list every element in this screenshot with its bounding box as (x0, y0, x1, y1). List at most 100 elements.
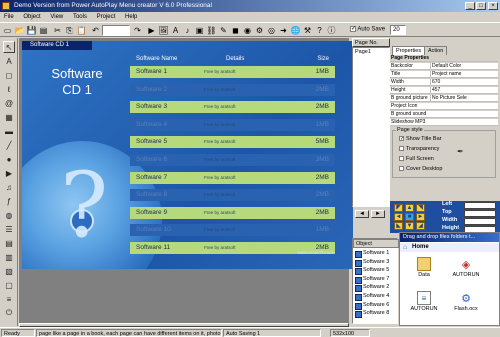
color-picker-icon[interactable]: ✒ (457, 147, 464, 156)
list-tool-icon[interactable]: ☰ (3, 223, 15, 235)
property-value[interactable]: No Picture Sele (430, 95, 498, 102)
open-icon[interactable]: 📂 (14, 25, 25, 36)
drag-drop-panel[interactable]: Drag and drop files folders t... ⌂ Home … (399, 232, 500, 326)
move-down-left-icon[interactable]: ◣ (394, 222, 403, 230)
image-tool-icon[interactable]: ▦ (3, 111, 15, 123)
auto-save-toggle[interactable]: ✓ Auto Save (350, 26, 385, 33)
menu-object[interactable]: Object (19, 12, 44, 22)
sound-icon[interactable]: ♪ (182, 25, 193, 36)
property-value[interactable]: 670 (430, 79, 498, 86)
move-up-icon[interactable]: ▲ (405, 204, 414, 212)
page-next-button[interactable]: ► (371, 210, 385, 218)
property-value[interactable]: 457 (430, 87, 498, 94)
link-tool-icon[interactable]: @ (3, 97, 15, 109)
circle-tool-icon[interactable]: ● (3, 153, 15, 165)
image-icon[interactable]: 🖼 (158, 25, 169, 36)
table-row[interactable]: Software 4 Free by aratsoft 1MB (130, 118, 335, 131)
property-value[interactable]: Project name (430, 71, 498, 78)
slideshow-tool-icon[interactable]: ▧ (3, 265, 15, 277)
run-icon[interactable]: ▶ (146, 25, 157, 36)
sound-tool-icon[interactable]: ♫ (3, 181, 15, 193)
web-icon[interactable]: 🌐 (290, 25, 301, 36)
file-item[interactable]: ◈ AUTORUN (452, 257, 480, 279)
page-style-option[interactable]: Cover Desktop (399, 166, 442, 172)
move-down-icon[interactable]: ▼ (405, 222, 414, 230)
table-row[interactable]: Software 10 Free by aratsoft 1MB (130, 224, 335, 237)
video-icon[interactable]: ▣ (194, 25, 205, 36)
line-tool-icon[interactable]: ╱ (3, 139, 15, 151)
checkbox[interactable] (399, 146, 404, 152)
table-row[interactable]: Software 7 Free by aratsoft 2MB (130, 171, 335, 184)
move-up-right-icon[interactable]: ◥ (416, 204, 425, 212)
build-icon[interactable]: ⚙ (254, 25, 265, 36)
property-row[interactable]: Backcolor Default Color (390, 63, 498, 70)
button-tool-icon[interactable]: ◻ (3, 69, 15, 81)
page-prev-button[interactable]: ◄ (355, 210, 369, 218)
minimize-button[interactable]: _ (465, 2, 475, 10)
tab-action[interactable]: Action (424, 46, 448, 55)
file-item[interactable]: ≡ AUTORUN (410, 291, 438, 312)
close-button[interactable]: × (488, 2, 498, 10)
exit-tool-icon[interactable]: ⏻ (3, 307, 15, 319)
brush-icon[interactable]: ✎ (218, 25, 229, 36)
object-list-item[interactable]: Software 6 (355, 302, 399, 310)
maximize-button[interactable]: □ (476, 2, 486, 10)
left-input[interactable] (464, 202, 496, 209)
object-list-item[interactable]: Software 8 (355, 310, 399, 318)
object-list-item[interactable]: Software 3 (355, 259, 399, 267)
web-tool-icon[interactable]: ◍ (3, 209, 15, 221)
pdf-tool-icon[interactable]: ▥ (3, 251, 15, 263)
object-list-item[interactable]: Software 1 (355, 250, 399, 258)
page-list[interactable]: Page1 (352, 47, 390, 207)
property-row[interactable]: Project Icon (390, 103, 498, 110)
settings-icon[interactable]: ⚒ (302, 25, 313, 36)
menu-tool-icon[interactable]: ≡ (3, 293, 15, 305)
width-input[interactable] (464, 218, 496, 225)
auto-save-checkbox[interactable]: ✓ (350, 26, 356, 32)
table-tool-icon[interactable]: ▤ (3, 237, 15, 249)
checkbox[interactable] (399, 156, 404, 162)
object-list-item[interactable]: Software 4 (355, 293, 399, 301)
property-value[interactable]: Default Color (430, 63, 498, 70)
table-row[interactable]: Software 3 Free by aratsoft 2MB (130, 101, 335, 114)
media-tool-icon[interactable]: ▶ (3, 167, 15, 179)
checkbox[interactable] (399, 166, 404, 172)
menu-project[interactable]: Project (93, 12, 120, 22)
site-url[interactable]: www.aratsoft.com (297, 250, 333, 255)
file-item[interactable]: ⚙ Flash.ocx (452, 291, 480, 313)
page-style-option[interactable]: ✓ Show Title Bar (399, 136, 441, 142)
property-row[interactable]: B ground picture No Picture Sele (390, 95, 498, 102)
save-all-icon[interactable]: ▤ (38, 25, 49, 36)
object-list-item[interactable]: Software 2 (355, 284, 399, 292)
top-input[interactable] (464, 210, 496, 217)
redo-icon[interactable]: ↷ (132, 25, 143, 36)
page-style-option[interactable]: Full Screen (399, 156, 434, 162)
page-list-item[interactable]: Page1 (353, 48, 389, 56)
table-row[interactable]: Software 9 Free by aratsoft 2MB (130, 206, 335, 219)
flash-tool-icon[interactable]: ƒ (3, 195, 15, 207)
undo-icon[interactable]: ↶ (90, 25, 101, 36)
pointer-tool-icon[interactable]: ↖ (3, 41, 15, 53)
home-folder[interactable]: ⌂ Home (400, 243, 499, 252)
label-tool-icon[interactable]: ℓ (3, 83, 15, 95)
cut-icon[interactable]: ✂ (52, 25, 63, 36)
save-icon[interactable]: 💾 (26, 25, 37, 36)
object-list-item[interactable]: Software 7 (355, 276, 399, 284)
preview-icon[interactable]: ◉ (242, 25, 253, 36)
text-icon[interactable]: A (170, 25, 181, 36)
shape-tool-icon[interactable]: ▬ (3, 125, 15, 137)
cd-icon[interactable]: ◎ (266, 25, 277, 36)
checkbox[interactable]: ✓ (399, 136, 404, 142)
menu-view[interactable]: View (46, 12, 67, 22)
object-list-item[interactable]: Software 5 (355, 267, 399, 275)
file-item[interactable]: Data (410, 257, 438, 278)
menu-help[interactable]: Help (121, 12, 141, 22)
text-tool-icon[interactable]: A (3, 55, 15, 67)
property-row[interactable]: Slideshow MP3 (390, 119, 498, 126)
zoom-dropdown[interactable] (102, 25, 130, 36)
table-row[interactable]: Software 1 Free by aratsoft 1MB (130, 66, 335, 78)
link-icon[interactable]: ⛓ (206, 25, 217, 36)
copy-icon[interactable]: ⎘ (64, 25, 75, 36)
arrow-right-icon[interactable]: ➜ (278, 25, 289, 36)
move-left-icon[interactable]: ◄ (394, 213, 403, 221)
